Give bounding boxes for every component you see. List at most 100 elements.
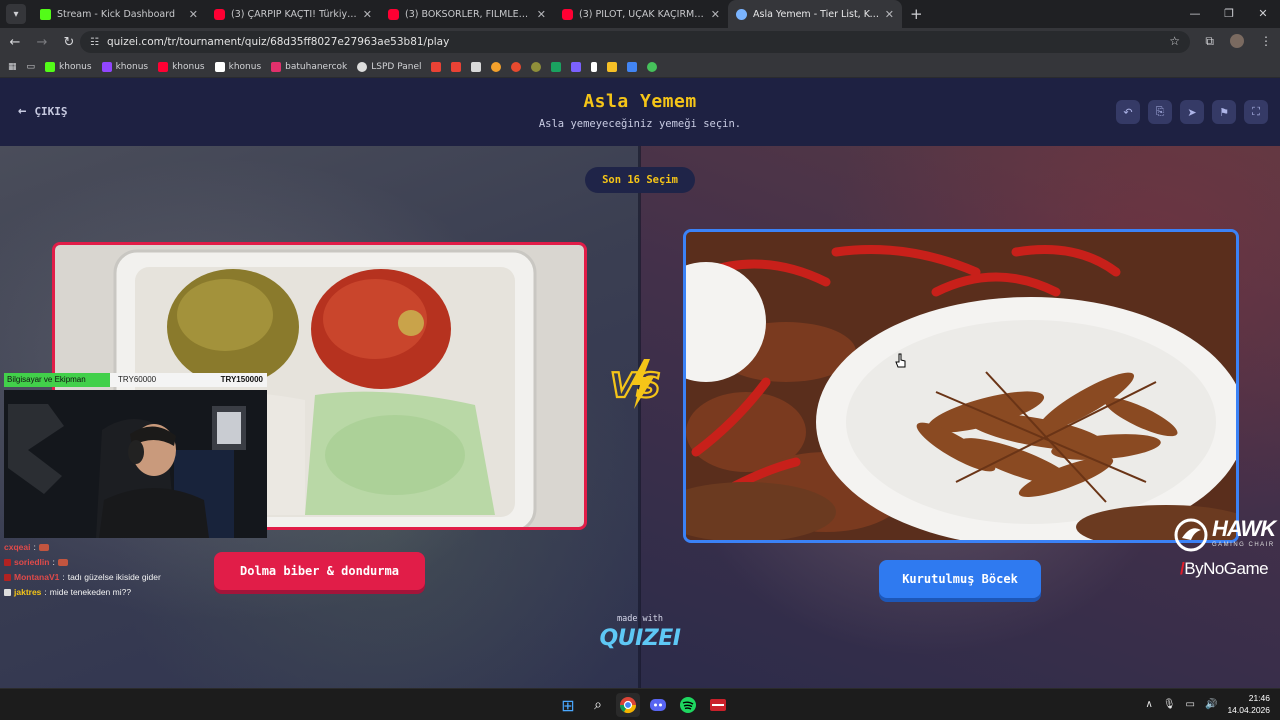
volume-icon[interactable]: 🔊 bbox=[1205, 699, 1217, 710]
sheets-icon[interactable] bbox=[551, 61, 562, 72]
browser-tab-active[interactable]: Asla Yemem - Tier List, Kör Sıral ✕ bbox=[728, 0, 902, 28]
browser-tab[interactable]: Stream - Kick Dashboard ✕ bbox=[32, 0, 206, 28]
bookmark-icon[interactable] bbox=[531, 61, 542, 72]
address-bar[interactable]: ☷ quizei.com/tr/tournament/quiz/68d35ff8… bbox=[80, 31, 1190, 53]
hawk-sponsor-sub: GAMING CHAIR bbox=[1212, 542, 1275, 548]
vs-text: VS bbox=[610, 366, 661, 406]
twitch-icon bbox=[101, 61, 112, 72]
reload-icon[interactable]: ↻ bbox=[57, 35, 81, 50]
round-badge: Son 16 Seçim bbox=[585, 167, 695, 193]
right-choice-button[interactable]: Kurutulmuş Böcek bbox=[879, 560, 1041, 598]
browser-tab[interactable]: (3) PİLOT, UÇAK KAÇIRMA SAHN ✕ bbox=[554, 0, 728, 28]
bookmark-icon[interactable] bbox=[647, 61, 658, 72]
bookmark-star-icon[interactable]: ☆ bbox=[1169, 34, 1180, 48]
chat-username: jaktres bbox=[14, 587, 42, 597]
flag-icon[interactable]: ⚑ bbox=[1212, 100, 1236, 124]
page-title: Asla Yemem bbox=[583, 91, 697, 112]
taskbar-apps: ⊞ ⌕ bbox=[556, 693, 730, 717]
folder-icon[interactable]: ▭ bbox=[27, 62, 36, 72]
donation-goal-bar: Bilgisayar ve Ekipman TRY60000 TRY150000 bbox=[4, 373, 267, 387]
avatar[interactable] bbox=[1230, 34, 1244, 48]
doc-icon[interactable] bbox=[471, 61, 482, 72]
network-icon[interactable]: ▭ bbox=[1186, 699, 1195, 710]
youtube-icon bbox=[388, 8, 399, 20]
new-tab-button[interactable]: + bbox=[910, 5, 923, 23]
bookmark-icon[interactable] bbox=[511, 61, 522, 72]
bookmark-icon[interactable] bbox=[591, 61, 598, 72]
lspd-icon bbox=[357, 61, 368, 72]
bookmark-item[interactable]: batuhanercok bbox=[271, 61, 348, 72]
x-icon bbox=[214, 61, 225, 72]
subscriber-badge-icon bbox=[4, 559, 11, 566]
search-icon[interactable]: ⌕ bbox=[586, 693, 610, 717]
gmail-icon[interactable] bbox=[431, 61, 442, 72]
forward-icon[interactable]: → bbox=[30, 35, 54, 50]
toolbar-right: ⧉ ⋮ bbox=[1205, 34, 1272, 49]
url-text: quizei.com/tr/tournament/quiz/68d35ff802… bbox=[106, 36, 450, 48]
chrome-icon[interactable] bbox=[616, 693, 640, 717]
microphone-icon[interactable]: 🎙 bbox=[1163, 699, 1176, 710]
bookmark-icon[interactable] bbox=[571, 61, 582, 72]
chevron-up-icon[interactable]: ∧ bbox=[1146, 699, 1153, 710]
donation-target: TRY150000 bbox=[220, 375, 263, 384]
bookmark-icon[interactable] bbox=[607, 61, 618, 72]
quizei-icon bbox=[736, 8, 747, 20]
send-icon[interactable]: ➤ bbox=[1180, 100, 1204, 124]
minimize-icon[interactable]: — bbox=[1178, 0, 1212, 28]
close-icon[interactable]: ✕ bbox=[189, 8, 198, 21]
drive-icon[interactable] bbox=[627, 61, 638, 72]
browser-tab[interactable]: (3) ÇARPIP KAÇTI! Türkiye'de Ya ✕ bbox=[206, 0, 380, 28]
right-option-image[interactable] bbox=[683, 229, 1239, 543]
bookmark-label: khonus bbox=[59, 61, 92, 72]
back-icon[interactable]: ← bbox=[3, 35, 27, 50]
tab-title: (3) ÇARPIP KAÇTI! Türkiye'de Ya bbox=[231, 8, 359, 20]
more-menu-icon[interactable]: ⋮ bbox=[1260, 34, 1272, 49]
close-icon[interactable]: ✕ bbox=[537, 8, 546, 21]
versus-badge: VS bbox=[609, 359, 662, 409]
bookmark-item[interactable]: khonus bbox=[158, 61, 205, 72]
spotify-icon[interactable] bbox=[676, 693, 700, 717]
sponsor-overlay: HAWK GAMING CHAIR /ByNoGame bbox=[1172, 514, 1280, 584]
quiz-tools: ↶ ⎘ ➤ ⚑ ⛶ bbox=[1116, 100, 1268, 124]
bookmark-item[interactable]: khonus bbox=[45, 61, 92, 72]
restore-icon[interactable]: ❐ bbox=[1212, 0, 1246, 28]
share-icon[interactable]: ⎘ bbox=[1148, 100, 1172, 124]
tab-search-button[interactable]: ▾ bbox=[6, 4, 26, 24]
emote-icon bbox=[38, 544, 49, 551]
apps-grid-icon[interactable]: ▦ bbox=[8, 62, 17, 72]
close-icon[interactable]: ✕ bbox=[363, 8, 372, 21]
bookmark-item[interactable]: khonus bbox=[214, 61, 261, 72]
dried-insects-image bbox=[686, 232, 1236, 540]
os-taskbar: ⊞ ⌕ ∧ 🎙 ▭ 🔊 21:46 14.04.2026 bbox=[0, 688, 1280, 720]
app-icon[interactable] bbox=[706, 693, 730, 717]
browser-tab[interactable]: (3) BOKSÖRLER, FİLMLERDEKİ D ✕ bbox=[380, 0, 554, 28]
close-icon[interactable]: ✕ bbox=[711, 8, 720, 21]
site-info-icon[interactable]: ☷ bbox=[90, 37, 99, 48]
fullscreen-icon[interactable]: ⛶ bbox=[1244, 100, 1268, 124]
undo-icon[interactable]: ↶ bbox=[1116, 100, 1140, 124]
youtube-icon bbox=[562, 8, 573, 20]
chat-username: cxqeai bbox=[4, 542, 31, 552]
chat-message: MontanaV1 : tadı güzelse ikiside gider bbox=[4, 570, 264, 585]
discord-icon[interactable] bbox=[646, 693, 670, 717]
subscriber-badge-icon bbox=[4, 574, 11, 581]
close-icon[interactable]: ✕ bbox=[885, 8, 894, 21]
tab-title: (3) PİLOT, UÇAK KAÇIRMA SAHN bbox=[579, 8, 707, 20]
extensions-icon[interactable]: ⧉ bbox=[1205, 34, 1214, 49]
hawk-logo-icon bbox=[1174, 518, 1208, 552]
bookmark-item[interactable]: LSPD Panel bbox=[357, 61, 422, 72]
bookmark-label: batuhanercok bbox=[285, 61, 348, 72]
clock[interactable]: 21:46 14.04.2026 bbox=[1227, 692, 1270, 716]
chat-text: tadı güzelse ikiside gider bbox=[67, 572, 161, 582]
bookmark-label: khonus bbox=[172, 61, 205, 72]
windows-start-icon[interactable]: ⊞ bbox=[556, 693, 580, 717]
bookmark-icon[interactable] bbox=[491, 61, 502, 72]
chat-username: soriedlin bbox=[14, 557, 50, 567]
bookmark-label: khonus bbox=[115, 61, 149, 72]
bookmark-label: LSPD Panel bbox=[371, 61, 422, 72]
close-window-icon[interactable]: ✕ bbox=[1246, 0, 1280, 28]
quizei-logo[interactable]: QUIZEI bbox=[594, 626, 686, 656]
gmail-icon[interactable] bbox=[451, 61, 462, 72]
bookmark-item[interactable]: khonus bbox=[101, 61, 149, 72]
donation-goal-label: Bilgisayar ve Ekipman bbox=[4, 373, 110, 387]
